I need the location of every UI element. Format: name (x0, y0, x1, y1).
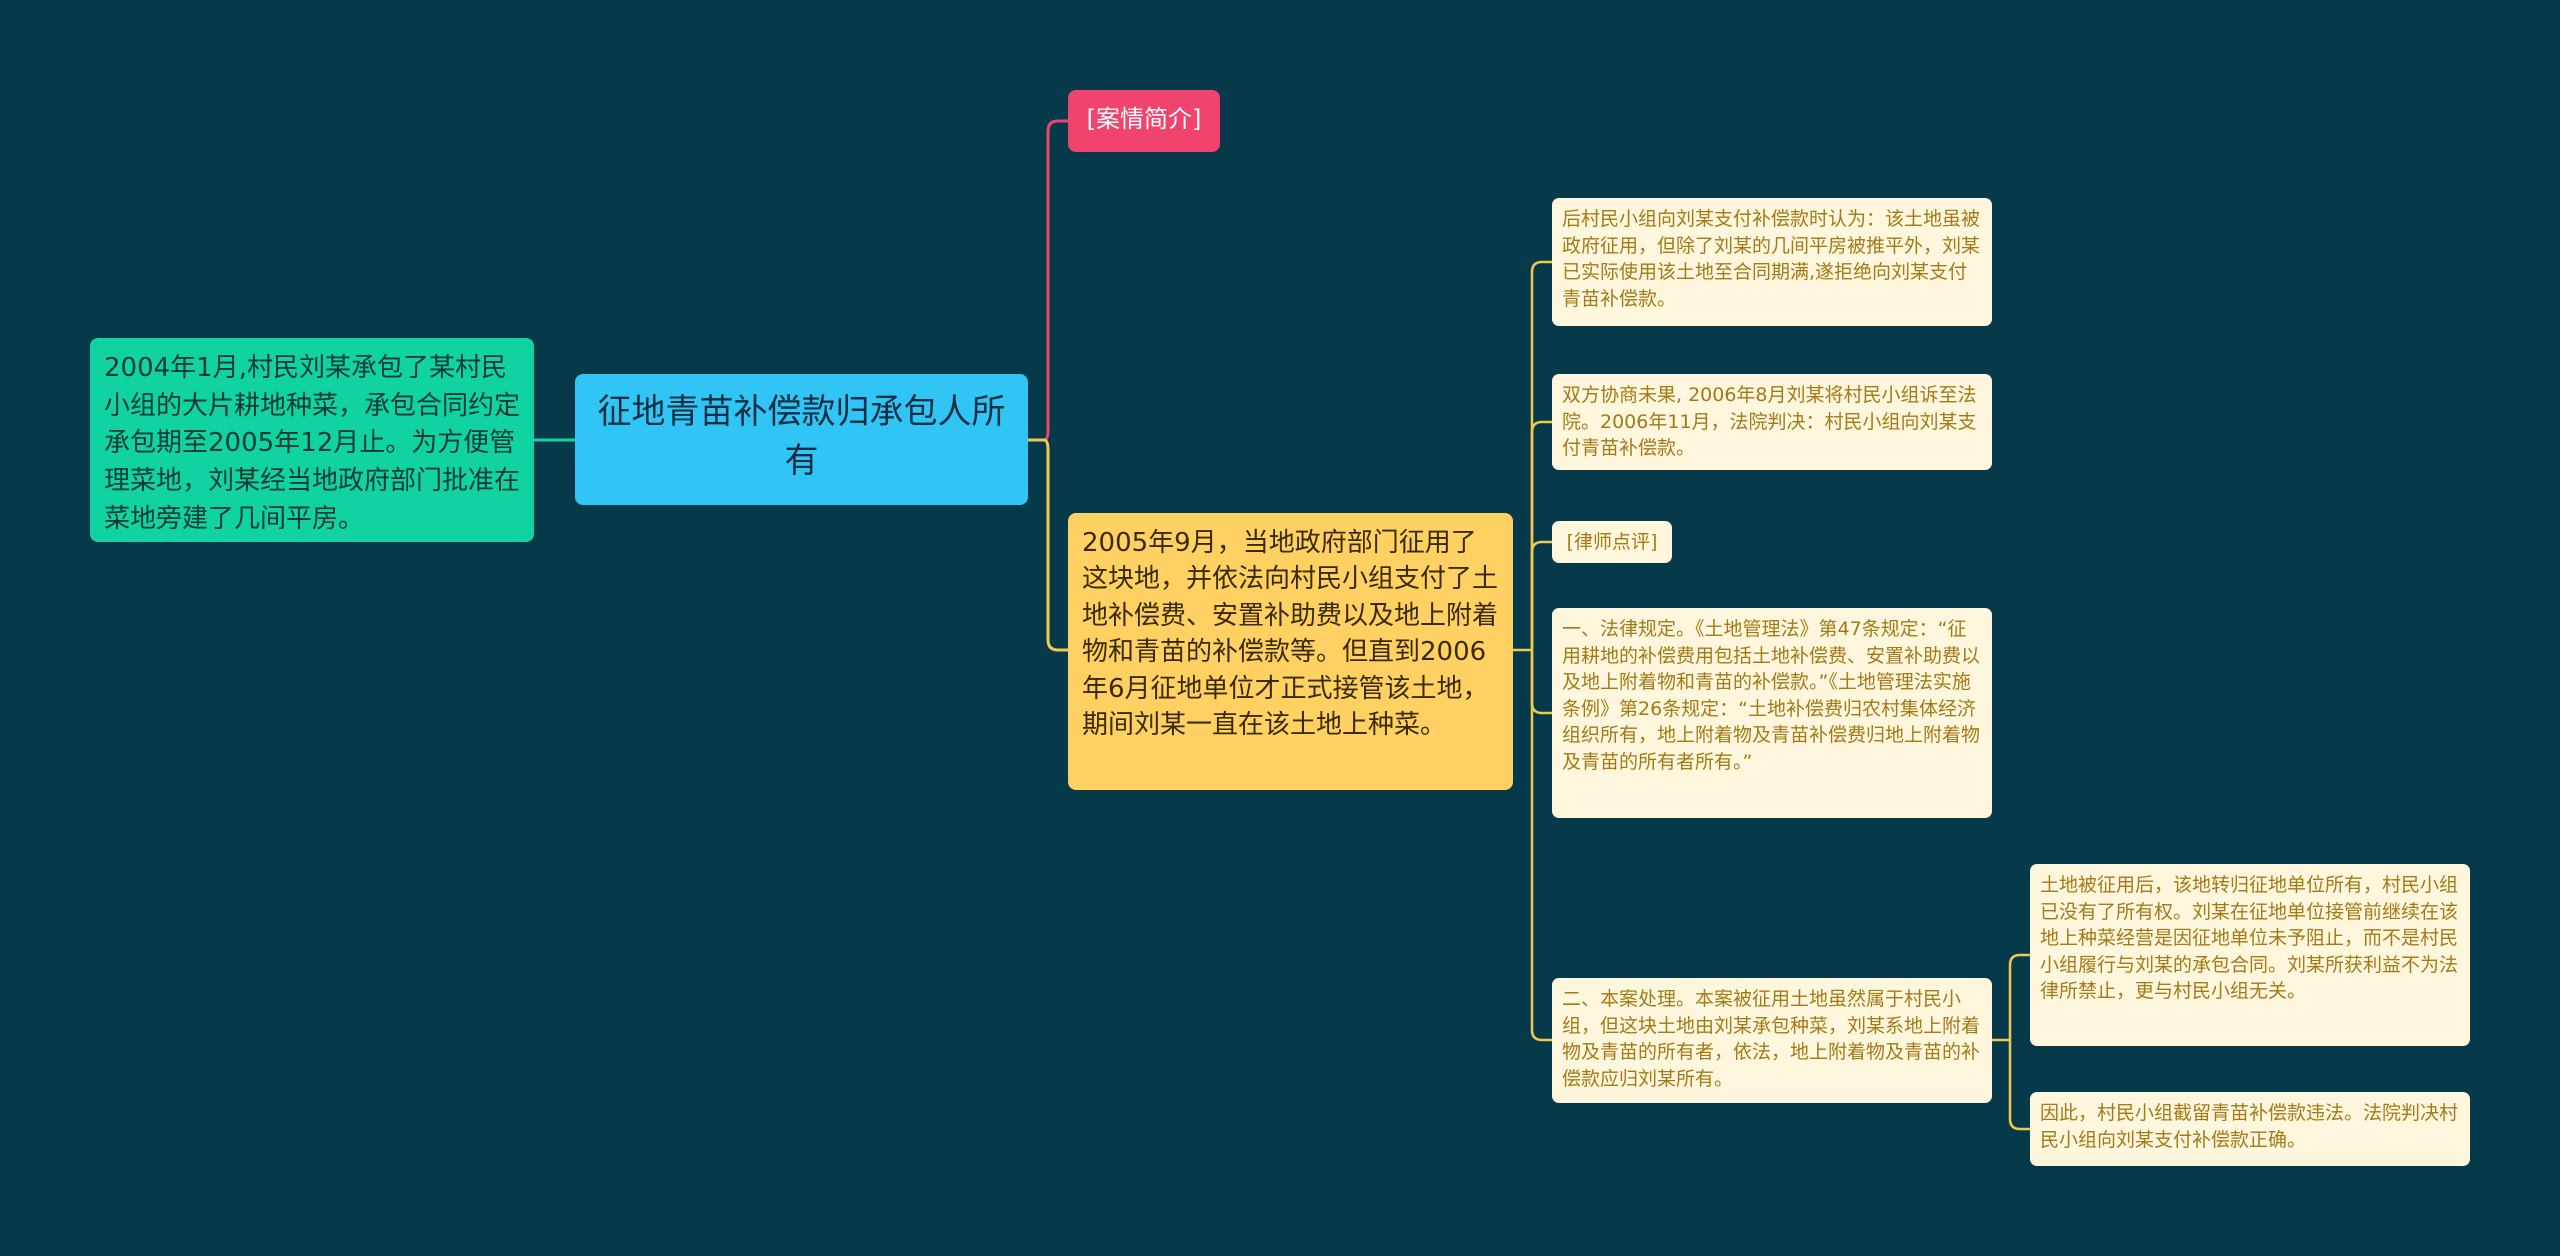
node-case-facts[interactable]: 2005年9月，当地政府部门征用了这块地，并依法向村民小组支付了土地补偿费、安置… (1068, 513, 1513, 790)
node-leaf-lawsuit[interactable]: 双方协商未果, 2006年8月刘某将村民小组诉至法院。2006年11月，法院判决… (1552, 374, 1992, 470)
node-leaf-case-handling[interactable]: 二、本案处理。本案被征用土地虽然属于村民小组，但这块土地由刘某承包种菜，刘某系地… (1552, 978, 1992, 1103)
node-leaf-lawyer-comment-tag[interactable]: [律师点评] (1552, 521, 1672, 563)
node-leaf-legal-provisions[interactable]: 一、法律规定。《土地管理法》第47条规定：“征用耕地的补偿费用包括土地补偿费、安… (1552, 608, 1992, 818)
link-leaf5-leaf7 (2008, 1040, 2030, 1131)
link-main-leaf5 (1530, 650, 1552, 1042)
link-main-leaf4 (1530, 650, 1552, 715)
link-center-main (1028, 438, 1068, 652)
link-center-intro (1028, 119, 1068, 442)
link-main-leaf1 (1530, 260, 1552, 650)
link-main-leaf3 (1530, 540, 1552, 650)
mindmap-canvas: 2004年1月,村民刘某承包了某村民小组的大片耕地种菜，承包合同约定承包期至20… (0, 0, 2560, 1256)
node-central-topic[interactable]: 征地青苗补偿款归承包人所有 (575, 374, 1028, 505)
node-leaf-ownership[interactable]: 土地被征用后，该地转归征地单位所有，村民小组已没有了所有权。刘某在征地单位接管前… (2030, 864, 2470, 1046)
link-leaf5-leaf6 (2008, 953, 2030, 1040)
node-leaf-refusal[interactable]: 后村民小组向刘某支付补偿款时认为：该土地虽被政府征用，但除了刘某的几间平房被推平… (1552, 198, 1992, 326)
node-leaf-conclusion[interactable]: 因此，村民小组截留青苗补偿款违法。法院判决村民小组向刘某支付补偿款正确。 (2030, 1092, 2470, 1166)
node-background[interactable]: 2004年1月,村民刘某承包了某村民小组的大片耕地种菜，承包合同约定承包期至20… (90, 338, 534, 542)
node-case-intro-tag[interactable]: [案情简介] (1068, 90, 1220, 152)
link-main-leaf2 (1530, 420, 1552, 650)
